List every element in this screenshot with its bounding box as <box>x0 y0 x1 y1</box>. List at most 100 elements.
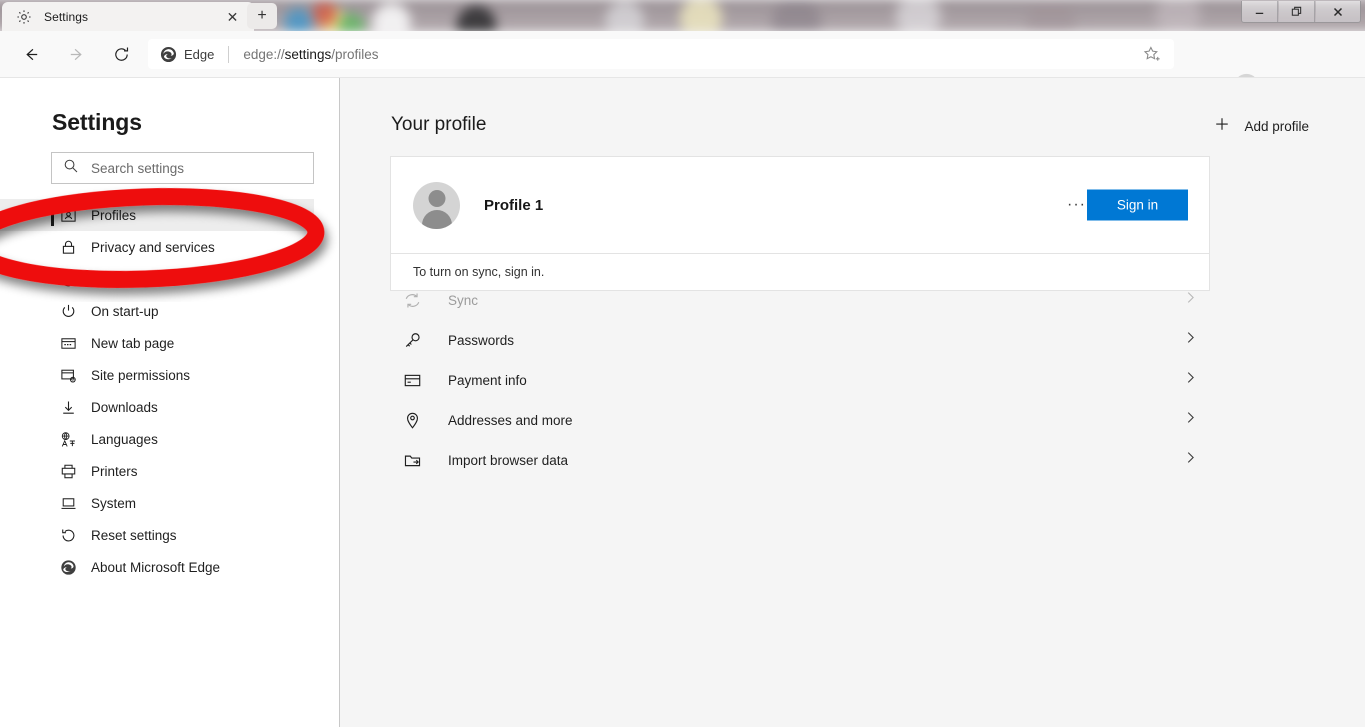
avatar <box>413 181 460 229</box>
sidebar-item-new-tab-page[interactable]: New tab page <box>0 327 314 359</box>
sidebar-item-profiles[interactable]: Profiles <box>0 199 314 231</box>
chevron-right-icon <box>1183 290 1198 310</box>
browser-window: Settings ✕ + Edge edge://settings/profil… <box>0 0 1365 727</box>
sidebar-item-site-permissions[interactable]: Site permissions <box>0 359 314 391</box>
chevron-right-icon <box>1183 450 1198 470</box>
search-placeholder: Search settings <box>91 160 185 176</box>
sidebar-item-privacy-and-services[interactable]: Privacy and services <box>0 231 314 263</box>
browser-tab-settings[interactable]: Settings ✕ <box>2 2 254 31</box>
pin-icon <box>402 410 422 430</box>
avatar-head <box>428 189 445 207</box>
row-passwords[interactable]: Passwords <box>390 320 1210 360</box>
url-text: edge://settings/profiles <box>243 47 378 62</box>
laptop-icon <box>59 494 77 512</box>
search-icon <box>63 158 79 179</box>
sidebar-item-label: On start-up <box>91 303 159 319</box>
site-permissions-icon <box>59 366 77 384</box>
minimize-button[interactable] <box>1242 1 1278 22</box>
sidebar-item-label: Printers <box>91 463 138 479</box>
content-heading: Your profile <box>391 114 487 135</box>
url-suffix: /profiles <box>331 46 379 62</box>
add-favorite-icon[interactable] <box>1143 45 1162 64</box>
new-tab-page-icon <box>59 334 77 352</box>
row-label: Sync <box>448 292 479 308</box>
profile-card-main: Profile 1 ··· Sign in <box>391 157 1209 253</box>
sidebar-item-label: Downloads <box>91 399 158 415</box>
printer-icon <box>59 462 77 480</box>
key-icon <box>402 330 422 350</box>
edge-label: Edge <box>184 46 215 62</box>
download-arrow-icon <box>59 398 77 416</box>
lock-icon <box>59 238 77 256</box>
sidebar-item-reset-settings[interactable]: Reset settings <box>0 519 314 551</box>
sidebar-item-printers[interactable]: Printers <box>0 455 314 487</box>
sidebar-item-label: Profiles <box>91 207 137 223</box>
window-controls <box>1241 1 1361 23</box>
gear-icon <box>16 9 32 25</box>
new-tab-button[interactable]: + <box>247 3 277 29</box>
plus-icon <box>1213 115 1231 138</box>
sidebar-nav-list: Profiles Privacy and services Appearance… <box>0 199 314 583</box>
sync-icon <box>402 290 422 310</box>
chevron-right-icon <box>1183 370 1198 390</box>
avatar-body <box>421 209 452 229</box>
sidebar-item-label: Site permissions <box>91 367 191 383</box>
page-title: Settings <box>52 109 142 135</box>
settings-content: Your profile Add profile Profile 1 ··· S… <box>340 78 1365 727</box>
add-profile-button[interactable]: Add profile <box>1213 115 1309 138</box>
sign-in-button[interactable]: Sign in <box>1087 189 1188 221</box>
sidebar-item-languages[interactable]: Languages <box>0 423 314 455</box>
row-sync[interactable]: Sync <box>390 280 1210 320</box>
title-bar: Settings ✕ + <box>0 0 1365 31</box>
back-button[interactable] <box>14 37 48 71</box>
profile-settings-rows: Sync Passwords Payment info Addresses an… <box>390 280 1210 480</box>
search-settings-input[interactable]: Search settings <box>51 152 314 184</box>
sidebar-item-label: Appearance <box>91 271 164 287</box>
edge-logo-icon <box>59 558 77 576</box>
power-icon <box>59 302 77 320</box>
refresh-button[interactable] <box>104 37 138 71</box>
languages-icon <box>59 430 77 448</box>
tab-title: Settings <box>44 9 89 24</box>
profile-name: Profile 1 <box>484 196 544 214</box>
omnibox-divider <box>228 45 230 63</box>
sidebar-item-system[interactable]: System <box>0 487 314 519</box>
edge-logo-icon: Edge <box>160 46 214 63</box>
sidebar-item-on-start-up[interactable]: On start-up <box>0 295 314 327</box>
sidebar-item-label: Privacy and services <box>91 239 215 255</box>
sidebar-item-downloads[interactable]: Downloads <box>0 391 314 423</box>
sidebar-item-about-microsoft-edge[interactable]: About Microsoft Edge <box>0 551 314 583</box>
sidebar-item-label: About Microsoft Edge <box>91 559 221 575</box>
row-label: Payment info <box>448 372 527 388</box>
row-payment-info[interactable]: Payment info <box>390 360 1210 400</box>
forward-button[interactable] <box>59 37 93 71</box>
close-icon[interactable]: ✕ <box>225 9 240 24</box>
row-label: Import browser data <box>448 452 569 468</box>
sidebar-item-label: New tab page <box>91 335 175 351</box>
profile-more-icon[interactable]: ··· <box>1067 197 1086 213</box>
card-icon <box>402 370 422 390</box>
chevron-right-icon <box>1183 330 1198 350</box>
row-label: Addresses and more <box>448 412 573 428</box>
row-label: Passwords <box>448 332 515 348</box>
settings-sidebar: Settings Search settings Profiles Privac… <box>0 78 339 727</box>
url-highlight: settings <box>284 46 332 62</box>
reset-icon <box>59 526 77 544</box>
sidebar-item-appearance[interactable]: Appearance <box>0 263 314 295</box>
restore-button[interactable] <box>1279 1 1315 22</box>
import-icon <box>402 450 422 470</box>
browser-toolbar: Edge edge://settings/profiles <box>0 31 1365 99</box>
address-bar[interactable]: Edge edge://settings/profiles <box>148 39 1174 69</box>
sidebar-item-label: Reset settings <box>91 527 177 543</box>
close-button[interactable] <box>1316 1 1360 22</box>
add-profile-label: Add profile <box>1244 119 1309 134</box>
url-prefix: edge:// <box>243 46 285 62</box>
palette-icon <box>59 270 77 288</box>
chevron-right-icon <box>1183 410 1198 430</box>
sidebar-item-label: System <box>91 495 137 511</box>
profile-card: Profile 1 ··· Sign in To turn on sync, s… <box>390 156 1210 291</box>
sidebar-item-label: Languages <box>91 431 158 447</box>
sync-hint-text: To turn on sync, sign in. <box>413 265 545 279</box>
row-import-browser-data[interactable]: Import browser data <box>390 440 1210 480</box>
row-addresses-and-more[interactable]: Addresses and more <box>390 400 1210 440</box>
